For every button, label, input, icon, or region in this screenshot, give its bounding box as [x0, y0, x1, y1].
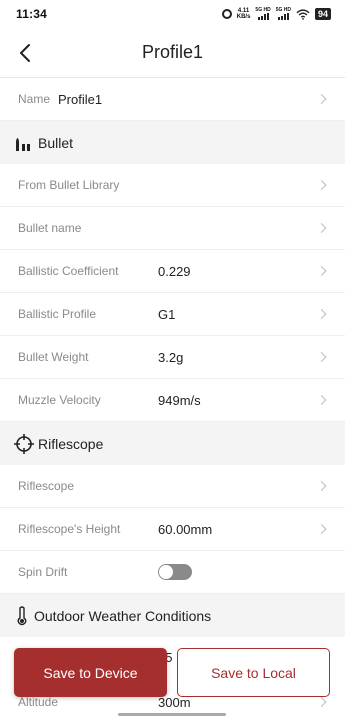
ballistic-profile-row[interactable]: Ballistic Profile G1 [0, 293, 345, 336]
riflescope-row[interactable]: Riflescope [0, 465, 345, 508]
profile-settings-list: Name Profile1 Bullet From Bullet Library… [0, 78, 345, 637]
crosshair-icon [14, 433, 34, 454]
page-title: Profile1 [141, 42, 204, 62]
row-value: 0.229 [158, 263, 191, 279]
battery-icon: 94 [314, 8, 331, 20]
muzzle-velocity-row[interactable]: Muzzle Velocity 949m/s [0, 379, 345, 422]
weather-section-header: Outdoor Weather Conditions [0, 594, 345, 637]
wifi-icon [296, 8, 310, 20]
home-indicator [118, 713, 226, 716]
thermometer-icon [17, 605, 27, 625]
chevron-left-icon [20, 44, 30, 62]
from-bullet-library-row[interactable]: From Bullet Library [0, 164, 345, 207]
status-icons: 4.11 KB/s 5G HD 5G HD 94 [221, 8, 331, 20]
chevron-right-icon [316, 223, 327, 233]
status-time: 11:34 [16, 7, 48, 21]
network-speed: 4.11 KB/s [237, 8, 251, 20]
row-value: 3.2g [158, 349, 184, 365]
bullet-section-header: Bullet [0, 121, 345, 164]
row-label: Muzzle Velocity [18, 393, 101, 407]
alarm-icon [221, 9, 232, 19]
name-row[interactable]: Name Profile1 [0, 78, 345, 121]
name-label: Name [18, 92, 51, 106]
altitude-label: Altitude [18, 695, 59, 709]
chevron-right-icon [316, 180, 327, 190]
spin-drift-label: Spin Drift [18, 565, 68, 579]
bullet-section-title: Bullet [38, 134, 74, 151]
row-label: Ballistic Coefficient [18, 264, 119, 278]
row-label: Ballistic Profile [18, 307, 97, 321]
bullet-icon [16, 137, 30, 151]
row-value: 60.00mm [158, 521, 213, 537]
row-label: Bullet name [18, 221, 82, 235]
spin-drift-toggle[interactable] [158, 564, 192, 580]
riflescope-section-title: Riflescope [38, 435, 104, 452]
ballistic-coefficient-row[interactable]: Ballistic Coefficient 0.229 [0, 250, 345, 293]
network-speed-unit: KB/s [236, 14, 251, 20]
row-label: Riflescope [18, 479, 75, 493]
row-value: G1 [158, 306, 176, 322]
toggle-knob [159, 565, 173, 579]
row-label: Riflescope's Height [18, 522, 121, 536]
signal-icon-sim1: 5G HD [255, 8, 271, 20]
chevron-right-icon [316, 481, 327, 491]
spin-drift-row: Spin Drift [0, 551, 345, 594]
app-header: Profile1 [0, 28, 345, 78]
row-label: Bullet Weight [18, 350, 89, 364]
row-label: From Bullet Library [18, 178, 120, 192]
riflescope-section-header: Riflescope [0, 422, 345, 465]
row-value: 949m/s [158, 392, 201, 408]
bullet-weight-row[interactable]: Bullet Weight 3.2g [0, 336, 345, 379]
weather-section-title: Outdoor Weather Conditions [34, 607, 212, 624]
riflescope-height-row[interactable]: Riflescope's Height 60.00mm [0, 508, 345, 551]
signal-icon-sim2: 5G HD [276, 8, 291, 20]
status-bar: 11:34 4.11 KB/s 5G HD 5G HD 94 [0, 0, 345, 28]
bullet-name-row[interactable]: Bullet name [0, 207, 345, 250]
name-value: Profile1 [58, 91, 103, 107]
save-to-device-button[interactable]: Save to Device [14, 648, 167, 697]
back-button[interactable] [10, 38, 40, 68]
save-to-local-button[interactable]: Save to Local [177, 648, 330, 697]
